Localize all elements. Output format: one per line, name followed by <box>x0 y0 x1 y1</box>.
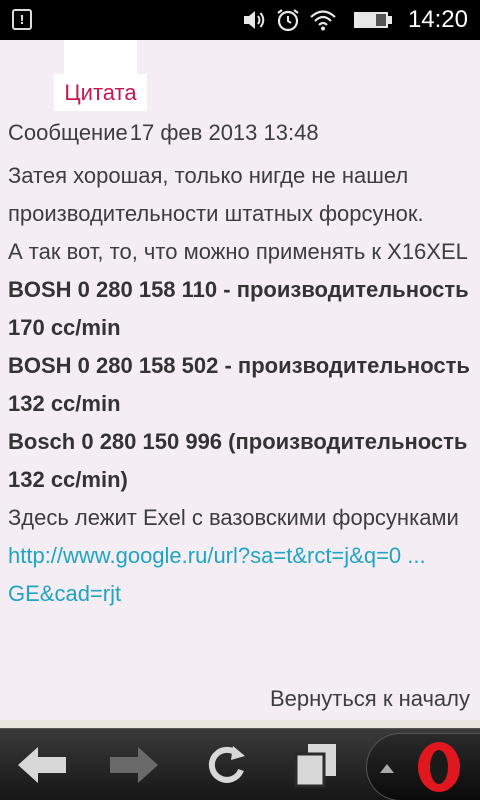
volume-icon <box>243 11 265 29</box>
clock: 14:20 <box>407 6 468 33</box>
battery-icon <box>353 12 392 28</box>
tabs-button[interactable] <box>286 737 346 793</box>
opera-menu-button[interactable] <box>366 733 480 800</box>
notification-label: ! <box>19 12 25 27</box>
message-line: Bosch 0 280 150 996 (производительность … <box>8 429 468 492</box>
message-line: А так вот, то, что можно применять к X16… <box>8 239 468 264</box>
quote-tab[interactable]: Цитата <box>54 74 147 111</box>
back-to-top-link[interactable]: Вернуться к началу <box>270 686 470 712</box>
reload-button[interactable] <box>196 737 256 793</box>
wifi-icon <box>310 10 336 31</box>
message-line: Затея хорошая, только нигде не нашел про… <box>8 163 424 226</box>
alarm-icon <box>277 9 299 32</box>
message-body: Затея хорошая, только нигде не нашел про… <box>8 157 472 613</box>
reload-icon <box>208 746 245 783</box>
message-label: Сообщение <box>8 120 128 145</box>
forward-arrow-icon <box>110 747 158 783</box>
quote-tab-label: Цитата <box>64 79 137 105</box>
page-content: Цитата Сообщение17 фев 2013 13:48 Затея … <box>0 40 480 728</box>
message-line: BOSH 0 280 158 502 - производительность … <box>8 353 470 416</box>
menu-caret-icon <box>380 764 394 773</box>
message-date: 17 фев 2013 13:48 <box>129 120 319 145</box>
opera-menu-icon <box>418 742 460 792</box>
message-link[interactable]: http://www.google.ru/url?sa=t&rct=j&q=0 … <box>8 537 472 613</box>
status-bar: ! 14:20 <box>0 0 480 40</box>
notification-icon[interactable]: ! <box>12 9 32 30</box>
status-icons: 14:20 <box>242 0 480 40</box>
message-line: Здесь лежит Exel с вазовскими форсунками <box>8 505 459 530</box>
browser-toolbar <box>0 728 480 800</box>
forward-button[interactable] <box>104 737 164 793</box>
back-button[interactable] <box>12 737 72 793</box>
header-spacer <box>64 40 137 76</box>
message-header: Сообщение17 фев 2013 13:48 <box>8 120 319 146</box>
tabs-icon <box>294 744 336 788</box>
next-section-edge <box>0 720 480 728</box>
message-line: BOSH 0 280 158 110 - производительность … <box>8 277 469 340</box>
back-arrow-icon <box>18 747 66 783</box>
